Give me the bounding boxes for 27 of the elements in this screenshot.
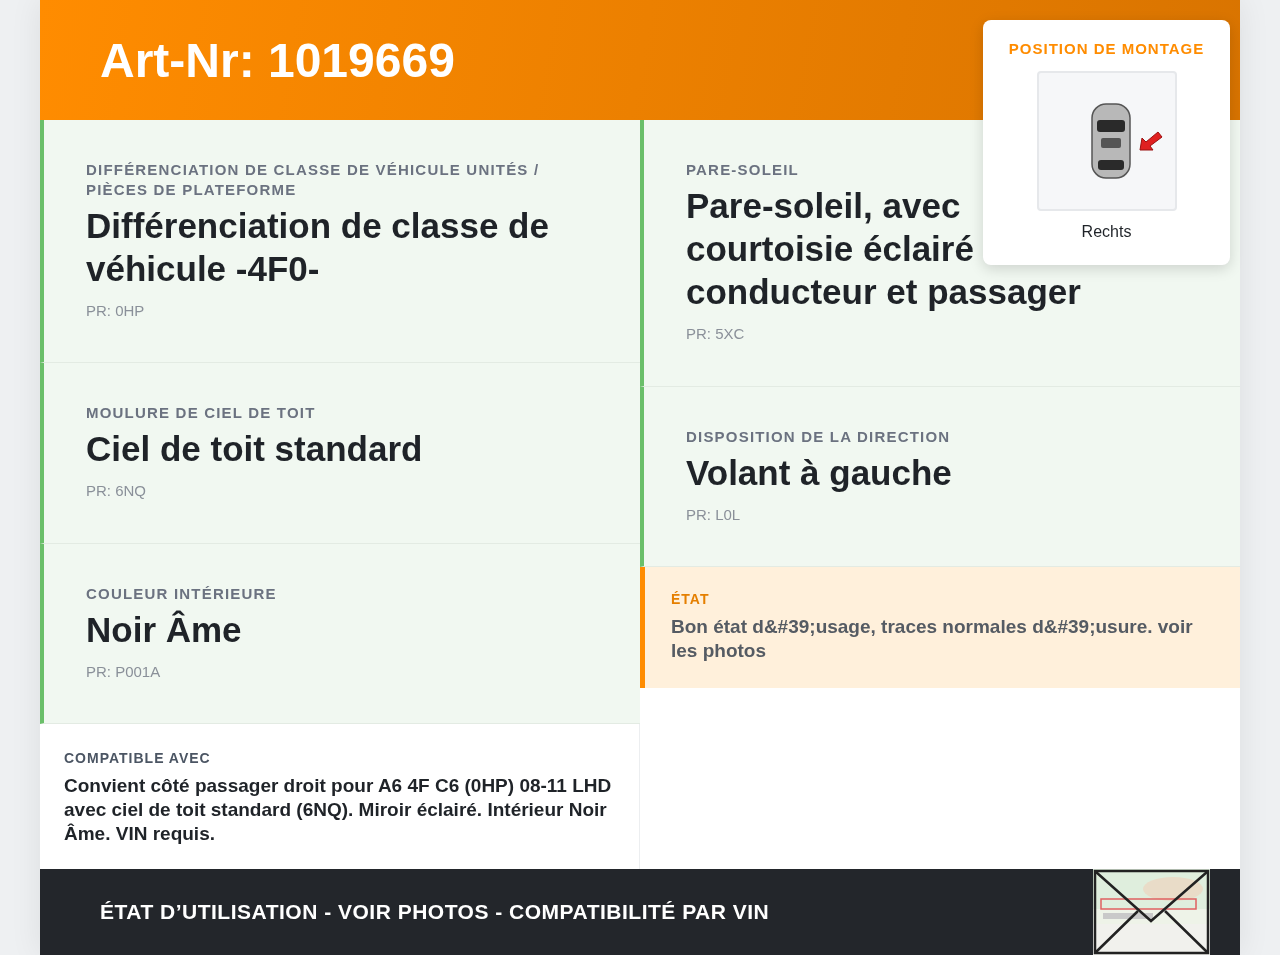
footer-text: ÉTAT D’UTILISATION - VOIR PHOTOS - COMPATIBILITÉ PAR VIN: [100, 900, 770, 924]
spec-category: COULEUR INTÉRIEURE: [86, 584, 278, 604]
pr-code: PR: L0L: [686, 506, 742, 523]
pr-code: PR: P001A: [86, 663, 162, 680]
spec-title: Noir Âme: [86, 609, 243, 651]
spec-title: conducteur et passager: [686, 271, 1081, 313]
arrow-icon: [1137, 130, 1164, 152]
pr-code: PR: 0HP: [86, 302, 146, 319]
condition-label: ÉTAT: [671, 591, 711, 607]
spec-title: Volant à gauche: [686, 452, 953, 494]
mounting-side: Rechts: [1081, 223, 1132, 241]
mounting-label: POSITION DE MONTAGE: [1008, 40, 1205, 57]
spec-title: Ciel de toit standard: [86, 428, 424, 470]
compatibility-text: Convient côté passager droit pour A6 4F C6 (0HP) 08-11 LHD avec ciel de toit standard (6NQ). Miroir éclairé. Intérieur Noir Âme. VIN requis.: [64, 774, 613, 846]
spec-title: Pare-soleil, avec: [686, 185, 961, 227]
spec-category: MOULURE DE CIEL DE TOIT: [86, 403, 317, 423]
car-icon: [1089, 102, 1132, 180]
spec-category: PARE-SOLEIL: [686, 160, 800, 180]
spec-category: DIFFÉRENCIATION DE CLASSE DE VÉHICULE UNITÉS / PIÈCES DE PLATEFORME: [86, 160, 541, 200]
pr-code: PR: 5XC: [686, 325, 746, 342]
compatibility-label: COMPATIBLE AVEC: [64, 750, 212, 766]
pr-code: PR: 6NQ: [86, 482, 147, 499]
article-number: Art-Nr: 1019669: [100, 32, 455, 88]
condition-text: Bon état d&#39;usage, traces normales d&#39;usure. voir les photos: [671, 615, 1194, 663]
spec-title: Différenciation de classe de véhicule -4F0-: [86, 205, 550, 290]
spec-title: courtoisie éclairé: [686, 228, 974, 270]
spec-category: DISPOSITION DE LA DIRECTION: [686, 427, 952, 447]
